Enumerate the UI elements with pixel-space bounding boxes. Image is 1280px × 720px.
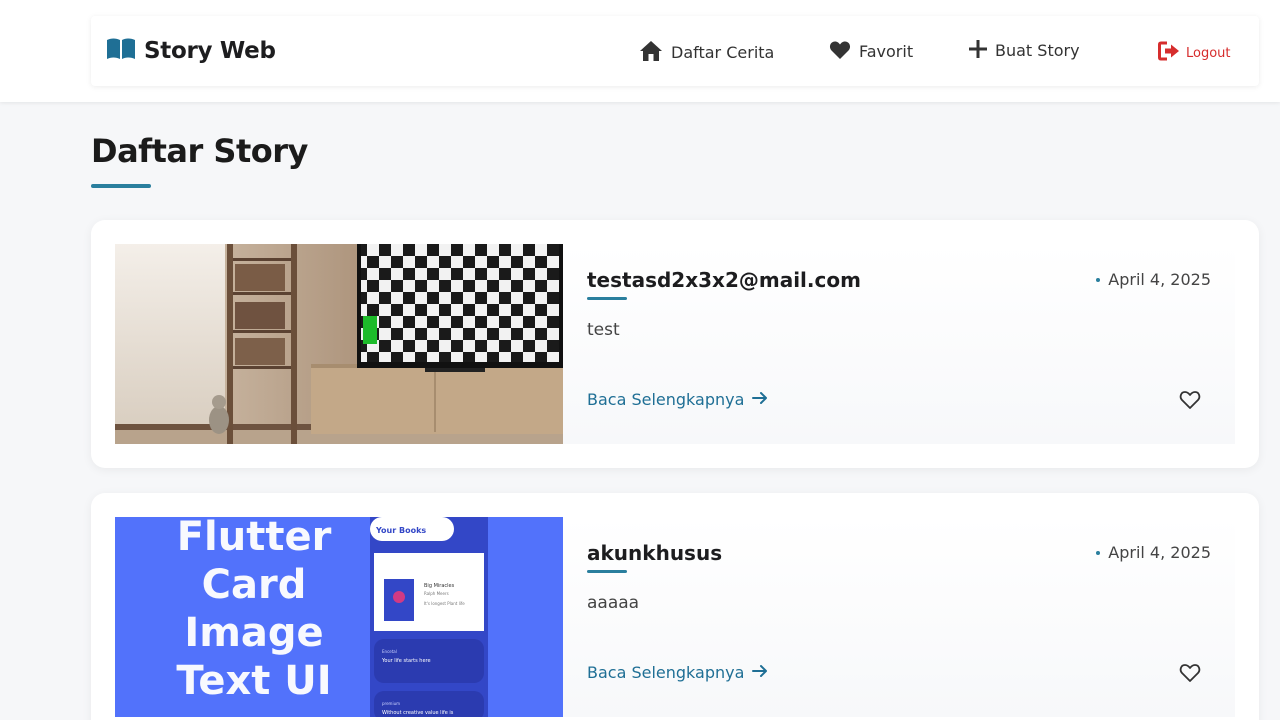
heart-outline-icon xyxy=(1179,664,1201,687)
top-bar: Story Web Daftar Cerita Favorit Buat Sto… xyxy=(0,0,1280,102)
story-body: testasd2x3x2@mail.com April 4, 2025 test… xyxy=(563,244,1235,444)
panel-banner1-small: Encetal xyxy=(382,649,397,654)
panel-book-title: Big Miracles xyxy=(424,583,455,589)
date-text: April 4, 2025 xyxy=(1108,270,1211,289)
page-title: Daftar Story xyxy=(91,132,308,170)
thumbnail-line: Flutter xyxy=(176,517,332,560)
heart-outline-icon xyxy=(1179,391,1201,414)
flutter-card-thumbnail: Flutter Card Image Text UI Your Books Bi… xyxy=(115,517,563,717)
book-open-icon xyxy=(106,37,136,65)
title-underline xyxy=(91,184,151,188)
read-more-link[interactable]: Baca Selengkapnya xyxy=(587,663,768,682)
author-underline xyxy=(587,570,627,573)
home-icon xyxy=(639,40,663,66)
story-author: akunkhusus xyxy=(587,541,723,565)
panel-book-note: It's longest Plant life xyxy=(424,601,465,606)
heart-icon xyxy=(829,40,851,64)
story-date: April 4, 2025 xyxy=(1096,270,1211,289)
nav-item-favorit[interactable]: Favorit xyxy=(829,40,913,64)
nav-item-buat-story[interactable]: Buat Story xyxy=(969,40,1080,62)
brand[interactable]: Story Web xyxy=(106,37,276,65)
nav-label: Buat Story xyxy=(995,41,1080,60)
read-more-label: Baca Selengkapnya xyxy=(587,390,745,409)
story-card: Flutter Card Image Text UI Your Books Bi… xyxy=(91,493,1259,720)
read-more-link[interactable]: Baca Selengkapnya xyxy=(587,390,768,409)
story-author: testasd2x3x2@mail.com xyxy=(587,268,861,292)
story-description: aaaaa xyxy=(587,593,640,613)
date-dot xyxy=(1096,550,1101,555)
story-image[interactable] xyxy=(115,244,563,444)
story-body: akunkhusus April 4, 2025 aaaaa Baca Sele… xyxy=(563,517,1235,717)
author-underline xyxy=(587,297,627,300)
nav-label: Daftar Cerita xyxy=(671,43,775,62)
arrow-right-icon xyxy=(752,390,768,409)
brand-title: Story Web xyxy=(144,38,276,64)
thumbnail-line: Image xyxy=(184,610,324,656)
thumbnail-heading: Flutter Card Image Text UI xyxy=(129,517,379,705)
thumbnail-line: Card xyxy=(201,562,307,608)
story-description: test xyxy=(587,320,620,340)
phone-mockup: Your Books Big Miracles Ralph Meers It's… xyxy=(370,517,488,717)
panel-book-author: Ralph Meers xyxy=(424,591,449,596)
favorite-button[interactable] xyxy=(1179,390,1203,412)
favorite-button[interactable] xyxy=(1179,663,1203,685)
date-dot xyxy=(1096,277,1101,282)
read-more-label: Baca Selengkapnya xyxy=(587,663,745,682)
panel-banner2-text: Without creative value life is xyxy=(382,710,454,716)
arrow-right-icon xyxy=(752,663,768,682)
panel-banner2-small: premium xyxy=(382,701,400,706)
plus-icon xyxy=(969,40,987,62)
thumbnail-line: Text UI xyxy=(176,658,332,704)
logout-button[interactable]: Logout xyxy=(1158,41,1231,65)
story-image[interactable]: Flutter Card Image Text UI Your Books Bi… xyxy=(115,517,563,717)
logout-label: Logout xyxy=(1186,45,1231,61)
navbar: Story Web Daftar Cerita Favorit Buat Sto… xyxy=(91,16,1259,86)
panel-title: Your Books xyxy=(375,526,426,535)
story-card: testasd2x3x2@mail.com April 4, 2025 test… xyxy=(91,220,1259,468)
logout-icon xyxy=(1158,41,1180,65)
story-date: April 4, 2025 xyxy=(1096,543,1211,562)
panel-banner1-text: Your life starts here xyxy=(381,658,431,664)
nav-label: Favorit xyxy=(859,42,914,61)
nav-item-daftar-cerita[interactable]: Daftar Cerita xyxy=(639,40,774,66)
date-text: April 4, 2025 xyxy=(1108,543,1211,562)
